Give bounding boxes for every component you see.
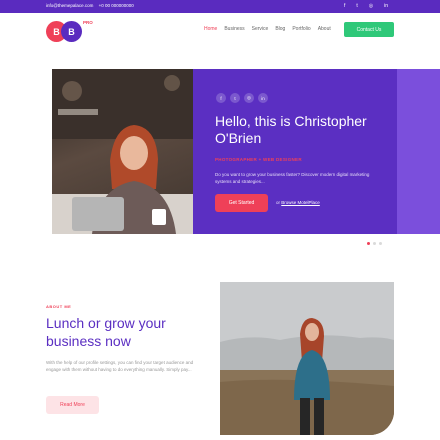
twitter-icon[interactable]: t (356, 3, 357, 9)
read-more-button[interactable]: Read More (46, 396, 99, 414)
phone-link[interactable]: +0 00 000000000 (99, 3, 134, 8)
nav-item-home[interactable]: Home (204, 26, 217, 32)
nav-item-portfolio[interactable]: Portfolio (292, 26, 310, 32)
hero-link-prefix: or (276, 200, 281, 205)
hero-panel-accent (397, 69, 440, 234)
about-kicker: ABOUT ME (46, 304, 72, 309)
get-started-button[interactable]: Get Started (215, 194, 268, 212)
facebook-icon[interactable]: f (344, 3, 345, 9)
hero-secondary-link: or Browse MotelPlace (276, 200, 320, 205)
hero-role: PHOTOGRAPHER + WEB DESIGNER (215, 157, 302, 162)
logo-circle-purple: B (61, 21, 82, 42)
slider-dot[interactable] (367, 242, 370, 245)
hero-twitter-icon[interactable]: t (230, 93, 240, 103)
browse-link[interactable]: Browse MotelPlace (281, 200, 320, 205)
nav-item-about[interactable]: About (318, 26, 331, 32)
contact-us-button[interactable]: Contact Us (344, 22, 394, 37)
slider-dot[interactable] (379, 242, 382, 245)
top-social-links: f t ◎ in (344, 3, 388, 9)
hero-title: Hello, this is Christopher O'Brien (215, 113, 367, 146)
about-photo (220, 282, 394, 435)
hero-social-links: f t ◎ in (216, 93, 268, 103)
nav-item-blog[interactable]: Blog (275, 26, 285, 32)
about-title: Lunch or grow your business now (46, 315, 166, 349)
slider-dot[interactable] (373, 242, 376, 245)
nav-item-business[interactable]: Business (224, 26, 244, 32)
hero-facebook-icon[interactable]: f (216, 93, 226, 103)
hero-photo-illustration (52, 69, 200, 234)
about-photo-illustration (220, 282, 394, 435)
main-nav: Home Business Service Blog Portfolio Abo… (204, 26, 331, 32)
contact-info: info@themepalace.com +0 00 000000000 (46, 3, 138, 8)
instagram-icon[interactable]: ◎ (369, 3, 373, 9)
logo-pro-badge: PRO (83, 20, 93, 25)
hero-description: Do you want to grow your business faster… (215, 172, 370, 184)
hero-photo (52, 69, 200, 234)
top-bar: info@themepalace.com +0 00 000000000 f t… (0, 0, 440, 13)
linkedin-icon[interactable]: in (384, 3, 388, 9)
about-text: With the help of our profile settings, y… (46, 360, 194, 372)
hero-instagram-icon[interactable]: ◎ (244, 93, 254, 103)
hero-linkedin-icon[interactable]: in (258, 93, 268, 103)
site-header: B B PRO Home Business Service Blog Portf… (0, 13, 440, 49)
email-link[interactable]: info@themepalace.com (46, 3, 93, 8)
nav-item-service[interactable]: Service (252, 26, 269, 32)
slider-dots (367, 242, 382, 245)
site-logo[interactable]: B B PRO (46, 20, 93, 43)
